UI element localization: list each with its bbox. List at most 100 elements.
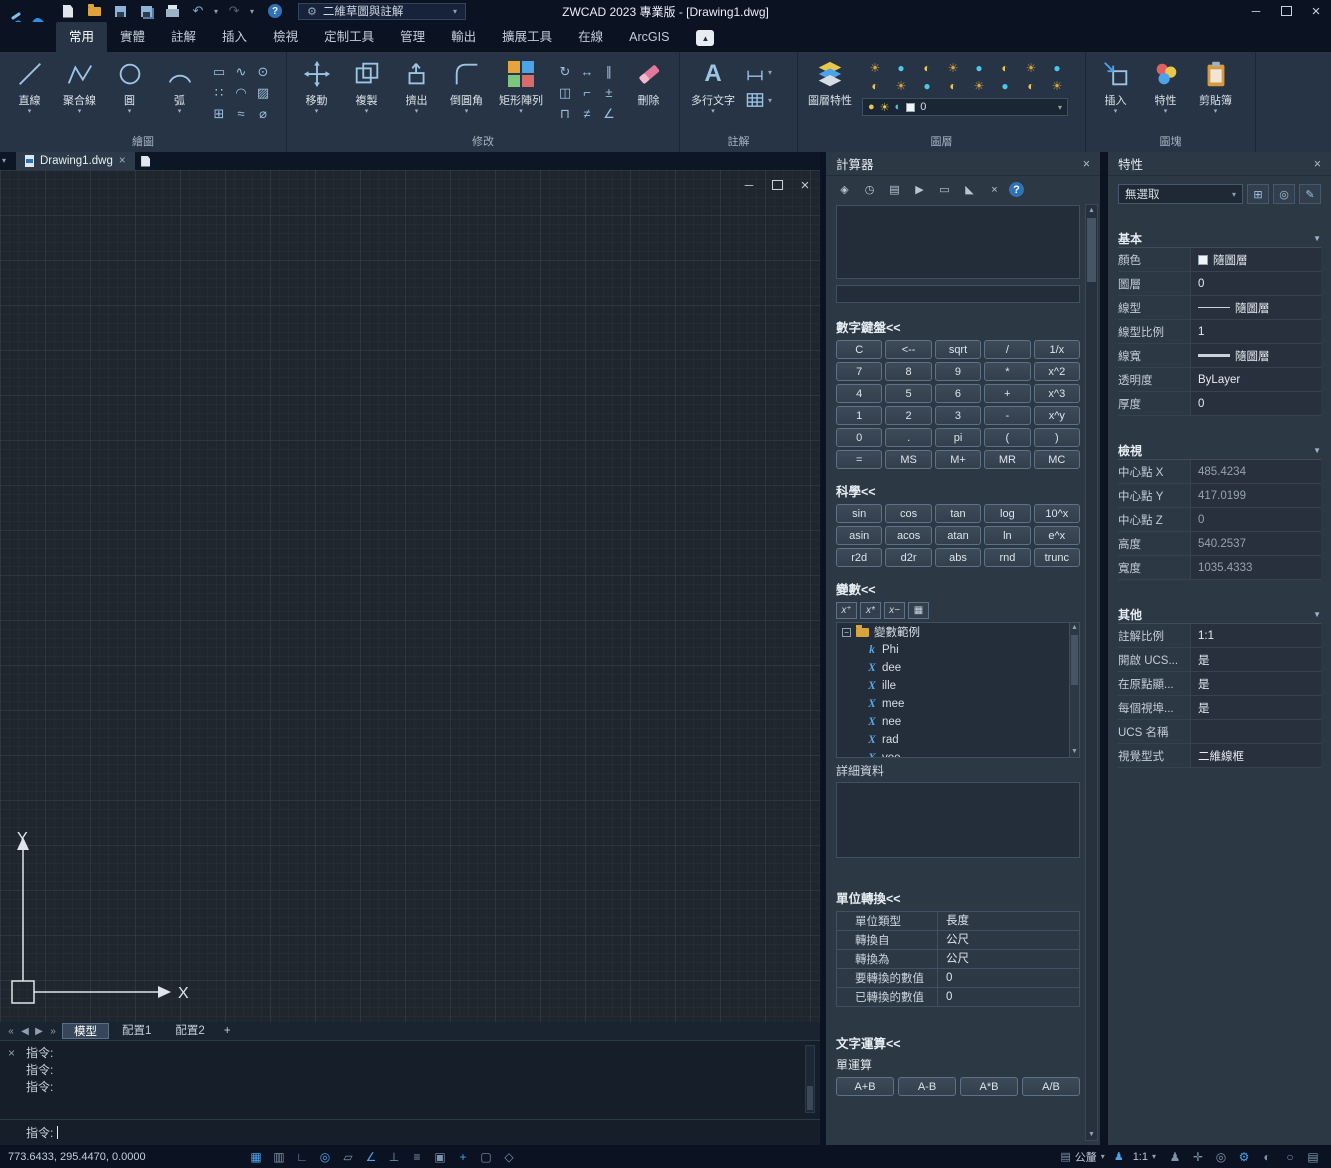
modify-small-tool-icon[interactable]: ≠ xyxy=(576,103,598,124)
ribbon-tab[interactable]: 在線 xyxy=(565,22,616,52)
panel-label-block[interactable]: 圖塊 xyxy=(1086,136,1255,152)
chevron-down-icon[interactable] xyxy=(365,108,369,116)
calc-key[interactable]: ln xyxy=(984,526,1030,545)
status-tool-icon[interactable]: ✛ xyxy=(1188,1148,1208,1165)
tool-extrude[interactable]: 擠出 xyxy=(392,55,441,116)
variable-item[interactable]: X nee xyxy=(837,713,1069,731)
chevron-down-icon[interactable] xyxy=(178,108,182,116)
calc-key[interactable]: 1 xyxy=(836,406,882,425)
undo-icon[interactable] xyxy=(188,3,208,19)
tool-clipboard[interactable]: 剪貼簿 xyxy=(1191,55,1240,116)
calculator-close-icon[interactable] xyxy=(1083,157,1090,171)
calc-key[interactable]: x^3 xyxy=(1034,384,1080,403)
chevron-down-icon[interactable] xyxy=(1164,108,1168,116)
selection-tool-icon[interactable]: ✎ xyxy=(1299,184,1321,204)
doc-close-icon[interactable] xyxy=(798,178,812,192)
calc-key[interactable]: d2r xyxy=(885,548,931,567)
properties-header[interactable]: 特性 xyxy=(1108,152,1331,176)
layer-dropdown[interactable]: ● ☀ ◐ 0 xyxy=(862,98,1068,116)
numpad-section-header[interactable]: 數字鍵盤<< xyxy=(836,317,1090,336)
tool-circle[interactable]: 圓 xyxy=(105,55,154,116)
draw-small-tool-icon[interactable]: ∷ xyxy=(208,82,230,103)
save-icon[interactable] xyxy=(110,3,130,19)
selection-dropdown[interactable]: 無選取 xyxy=(1118,184,1243,204)
layer-state-icon[interactable]: ◐ xyxy=(914,59,940,77)
layer-state-icon[interactable]: ☀ xyxy=(966,77,992,95)
calc-key[interactable]: cos xyxy=(885,504,931,523)
draw-small-tool-icon[interactable]: ⊞ xyxy=(208,103,230,124)
calc-key[interactable]: / xyxy=(984,340,1030,359)
unit-row[interactable]: 轉換為 公尺 xyxy=(837,950,1079,969)
draw-small-tool-icon[interactable]: ◠ xyxy=(230,82,252,103)
help-icon[interactable] xyxy=(268,4,282,18)
draw-small-tool-icon[interactable]: ∿ xyxy=(230,61,252,82)
status-toggle-icon[interactable]: ▢ xyxy=(476,1148,496,1165)
calc-key[interactable]: 0 xyxy=(836,428,882,447)
layer-state-icon[interactable]: ☀ xyxy=(1018,59,1044,77)
layer-state-icon[interactable]: ☀ xyxy=(888,77,914,95)
calc-key[interactable]: acos xyxy=(885,526,931,545)
chevron-down-icon[interactable] xyxy=(1214,108,1218,116)
layout-nav-icon[interactable]: » xyxy=(46,1026,60,1037)
ribbon-tab[interactable]: 檢視 xyxy=(260,22,311,52)
calc-key[interactable]: MC xyxy=(1034,450,1080,469)
chevron-down-icon[interactable] xyxy=(711,108,715,116)
ribbon-tab[interactable]: 常用 xyxy=(56,22,107,52)
calc-key[interactable]: MS xyxy=(885,450,931,469)
chevron-down-icon[interactable] xyxy=(28,108,32,116)
variables-section-header[interactable]: 變數<< xyxy=(836,579,1090,598)
ribbon-tab[interactable]: 註解 xyxy=(158,22,209,52)
properties-close-icon[interactable] xyxy=(1314,157,1321,171)
variable-item[interactable]: X rad xyxy=(837,731,1069,749)
variables-toolbar-icon[interactable]: x− xyxy=(884,602,905,619)
selection-tool-icon[interactable]: ⊞ xyxy=(1247,184,1269,204)
layer-state-icon[interactable]: ☀ xyxy=(862,59,888,77)
calc-key[interactable]: ( xyxy=(984,428,1030,447)
collapse-icon[interactable] xyxy=(1313,610,1321,619)
calc-key[interactable]: * xyxy=(984,362,1030,381)
chevron-down-icon[interactable] xyxy=(315,108,319,116)
prop-row[interactable]: 視覺型式 二維線框 xyxy=(1118,744,1321,768)
add-layout-icon[interactable]: + xyxy=(218,1025,237,1037)
calculator-toolbar-icon[interactable]: ▭ xyxy=(934,181,955,198)
status-toggle-icon[interactable]: ▥ xyxy=(269,1148,289,1165)
unit-row[interactable]: 轉換自 公尺 xyxy=(837,931,1079,950)
status-toggle-icon[interactable]: ◎ xyxy=(315,1148,335,1165)
plot-icon[interactable] xyxy=(162,3,182,19)
unit-row-value[interactable]: 0 xyxy=(937,969,1079,987)
draw-small-tool-icon[interactable]: ▭ xyxy=(208,61,230,82)
section-misc[interactable]: 其他 xyxy=(1118,606,1321,624)
calculator-input[interactable] xyxy=(836,285,1080,303)
status-tool-icon[interactable]: ⚙ xyxy=(1234,1148,1254,1165)
text-op-key[interactable]: A+B xyxy=(836,1077,894,1096)
calculator-toolbar-icon[interactable]: × xyxy=(984,181,1005,198)
calc-key[interactable]: + xyxy=(984,384,1030,403)
status-toggle-icon[interactable]: ∟ xyxy=(292,1148,312,1165)
calc-key[interactable]: 3 xyxy=(935,406,981,425)
status-toggle-icon[interactable]: + xyxy=(453,1148,473,1165)
open-folder-icon[interactable] xyxy=(84,3,104,19)
units-section-header[interactable]: 單位轉換<< xyxy=(836,888,1090,907)
command-window[interactable]: 指令:指令:指令: 指令: xyxy=(0,1040,820,1145)
ribbon-tab[interactable]: 輸出 xyxy=(438,22,489,52)
calc-key[interactable]: 7 xyxy=(836,362,882,381)
calc-key[interactable]: e^x xyxy=(1034,526,1080,545)
status-tool-icon[interactable]: ○ xyxy=(1280,1148,1300,1165)
layer-state-icon[interactable]: ◐ xyxy=(1018,77,1044,95)
calculator-toolbar-icon[interactable]: ▶ xyxy=(909,181,930,198)
variables-tree-root[interactable]: 變數範例 xyxy=(837,623,1069,641)
status-toggle-icon[interactable]: ⊥ xyxy=(384,1148,404,1165)
text-ops-section-header[interactable]: 文字運算<< xyxy=(836,1033,1090,1052)
new-document-icon[interactable] xyxy=(135,152,157,170)
layer-state-icon[interactable]: ◐ xyxy=(992,59,1018,77)
status-toggle-icon[interactable]: ▱ xyxy=(338,1148,358,1165)
calculator-toolbar-icon[interactable]: ◣ xyxy=(959,181,980,198)
prop-row-layer[interactable]: 圖層 0 xyxy=(1118,272,1321,296)
calc-key[interactable]: sin xyxy=(836,504,882,523)
text-op-key[interactable]: A-B xyxy=(898,1077,956,1096)
section-basic[interactable]: 基本 xyxy=(1118,230,1321,248)
workspace-switcher[interactable]: 二維草圖與註解 xyxy=(298,3,466,20)
variable-item[interactable]: X vee xyxy=(837,749,1069,757)
draw-small-tool-icon[interactable]: ▨ xyxy=(252,82,274,103)
chevron-down-icon[interactable] xyxy=(415,108,419,116)
